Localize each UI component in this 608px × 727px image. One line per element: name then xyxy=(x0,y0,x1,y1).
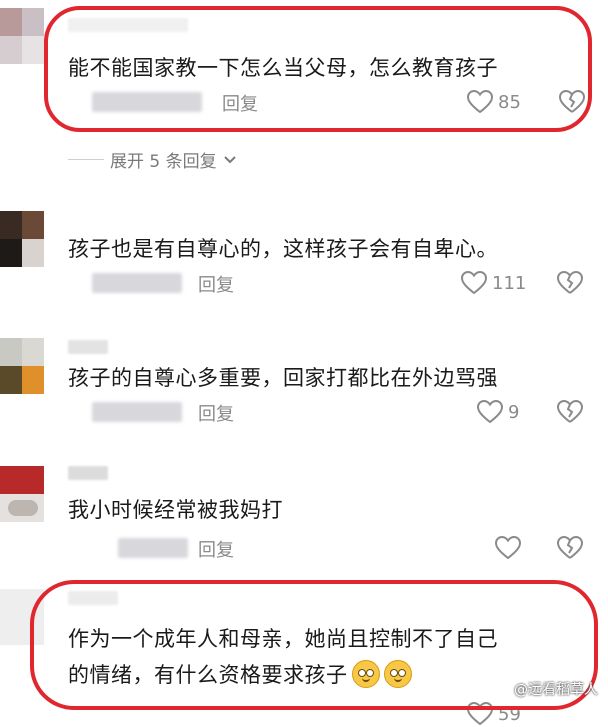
like-button[interactable]: 9 xyxy=(476,399,519,425)
comment-meta xyxy=(92,402,182,422)
like-button[interactable] xyxy=(494,535,522,561)
dislike-button[interactable] xyxy=(556,535,584,561)
comment-4: 我小时候经常被我妈打 回复 xyxy=(0,458,608,568)
dislike-button[interactable] xyxy=(556,270,584,296)
divider xyxy=(68,159,104,160)
avatar[interactable] xyxy=(0,338,44,394)
avatar[interactable] xyxy=(0,8,44,64)
like-button[interactable]: 111 xyxy=(460,270,526,296)
comment-2: 孩子也是有自尊心的，这样孩子会有自卑心。 回复 111 xyxy=(0,205,608,305)
like-count: 9 xyxy=(508,401,520,423)
avatar[interactable] xyxy=(0,211,44,267)
comment-meta xyxy=(118,538,188,558)
comment-3: 孩子的自尊心多重要，回家打都比在外边骂强 回复 9 xyxy=(0,330,608,430)
dislike-button[interactable] xyxy=(556,399,584,425)
heart-outline-icon xyxy=(494,535,522,561)
highlight-circle-bottom xyxy=(30,580,598,710)
username xyxy=(68,340,108,354)
broken-heart-icon xyxy=(556,399,584,425)
comment-text: 孩子也是有自尊心的，这样孩子会有自卑心。 xyxy=(68,237,498,261)
broken-heart-icon xyxy=(556,270,584,296)
comment-meta xyxy=(92,273,182,293)
chevron-down-icon xyxy=(223,155,237,165)
like-count: 111 xyxy=(492,272,527,294)
highlight-circle-top xyxy=(44,6,592,132)
reply-button[interactable]: 回复 xyxy=(198,400,234,426)
broken-heart-icon xyxy=(556,535,584,561)
comment-text: 我小时候经常被我妈打 xyxy=(68,498,283,522)
reply-button[interactable]: 回复 xyxy=(198,536,234,562)
heart-outline-icon xyxy=(460,270,488,296)
reply-button[interactable]: 回复 xyxy=(198,271,234,297)
expand-replies-label: 展开 5 条回复 xyxy=(110,152,217,172)
expand-replies-button[interactable]: 展开 5 条回复 xyxy=(68,147,237,172)
watermark: @远看稻草人 xyxy=(514,682,598,698)
username xyxy=(68,466,108,480)
comment-text: 孩子的自尊心多重要，回家打都比在外边骂强 xyxy=(68,366,498,390)
heart-outline-icon xyxy=(476,399,504,425)
avatar[interactable] xyxy=(0,466,44,522)
